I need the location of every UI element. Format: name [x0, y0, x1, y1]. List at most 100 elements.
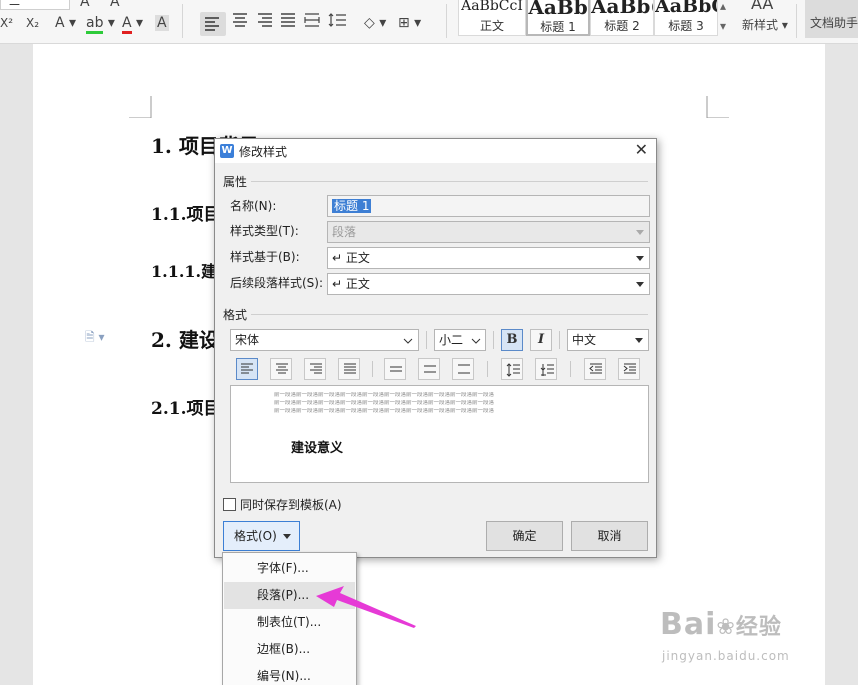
increase-spacing-before-button[interactable] — [501, 358, 523, 380]
based-on-label: 样式基于(B): — [230, 250, 300, 264]
chevron-down-icon — [636, 230, 644, 235]
section-format: 格式 — [223, 308, 248, 322]
shading-icon[interactable]: ◇ ▾ — [364, 13, 386, 33]
align-center-icon — [276, 363, 288, 374]
font-select[interactable]: 宋体 — [230, 329, 419, 351]
next-style-select[interactable]: ↵ 正文 — [327, 273, 650, 295]
single-spacing-icon — [390, 366, 402, 372]
highlight-icon[interactable]: ab ▾ — [86, 13, 115, 34]
format-menu-button[interactable]: 格式(O) — [223, 521, 300, 551]
heading-2[interactable]: 2. 建设 — [151, 324, 219, 353]
name-label: 名称(N): — [230, 199, 277, 213]
section-properties: 属性 — [223, 175, 248, 189]
clear-format-icon[interactable]: A — [110, 0, 120, 12]
justify-icon[interactable] — [280, 13, 296, 33]
align-left-button[interactable] — [236, 358, 258, 380]
line-spacing-icon[interactable] — [328, 13, 352, 33]
one-half-spacing-button[interactable] — [418, 358, 440, 380]
heading-2-1[interactable]: 2.1.项目 — [151, 394, 221, 419]
save-to-template-checkbox[interactable] — [223, 498, 236, 511]
increase-indent-button[interactable] — [618, 358, 640, 380]
paragraph-marker-icon[interactable]: 🗎 ▾ — [85, 328, 105, 349]
caret-down-icon — [283, 534, 291, 539]
style-normal[interactable]: AaBbCcI 正文 — [458, 0, 526, 36]
menu-item-borders[interactable]: 边框(B)... — [224, 636, 355, 663]
dialog-title: 修改样式 — [239, 145, 288, 159]
chevron-down-icon — [403, 338, 413, 344]
style-type-label: 样式类型(T): — [230, 224, 299, 238]
new-style-icon[interactable]: AA — [751, 0, 773, 14]
borders-icon[interactable]: ⊞ ▾ — [398, 13, 421, 33]
double-spacing-button[interactable] — [452, 358, 474, 380]
indent-icon — [623, 363, 636, 374]
paragraph-return-icon: ↵ — [332, 251, 346, 265]
justify-button[interactable] — [338, 358, 360, 380]
margin-corner-mark — [129, 96, 152, 118]
gallery-scroll-icon[interactable]: ▴ ▾ — [720, 0, 726, 36]
paragraph-return-icon: ↵ — [332, 277, 346, 291]
preview-previous-paragraph: 前一段落前一段落前一段落前一段落前一段落前一段落前一段落前一段落前一段落前一段落 — [274, 400, 495, 406]
align-center-button[interactable] — [270, 358, 292, 380]
dialog-titlebar: W 修改样式 ✕ — [215, 139, 656, 163]
style-preview: 前一段落前一段落前一段落前一段落前一段落前一段落前一段落前一段落前一段落前一段落… — [230, 385, 649, 483]
character-shading-icon[interactable]: A — [155, 13, 169, 33]
font-size-value: 二 — [9, 0, 20, 8]
chevron-down-icon — [635, 338, 643, 343]
superscript-icon[interactable]: X² — [0, 13, 13, 33]
style-heading-3[interactable]: AaBbC标题 3 — [654, 0, 718, 36]
document-assistant-button[interactable]: 文档助手 — [805, 0, 858, 38]
decrease-spacing-button[interactable] — [535, 358, 557, 380]
bold-button[interactable]: B — [501, 329, 523, 351]
new-style-button[interactable]: 新样式 ▾ — [742, 15, 788, 35]
size-select[interactable]: 小二 — [434, 329, 486, 351]
cancel-button[interactable]: 取消 — [571, 521, 648, 551]
align-right-button[interactable] — [304, 358, 326, 380]
preview-previous-paragraph: 前一段落前一段落前一段落前一段落前一段落前一段落前一段落前一段落前一段落前一段落 — [274, 392, 495, 398]
single-spacing-button[interactable] — [384, 358, 406, 380]
subscript-icon[interactable]: X₂ — [26, 13, 39, 33]
close-icon[interactable]: ✕ — [635, 140, 648, 159]
preview-previous-paragraph: 前一段落前一段落前一段落前一段落前一段落前一段落前一段落前一段落前一段落前一段落 — [274, 408, 495, 414]
wps-app-icon: W — [220, 144, 234, 158]
one-half-spacing-icon — [424, 365, 436, 373]
text-effect-icon[interactable]: A — [80, 0, 90, 12]
align-left-icon — [241, 363, 253, 374]
decrease-indent-button[interactable] — [584, 358, 606, 380]
outdent-icon — [589, 363, 602, 374]
menu-item-numbering[interactable]: 编号(N)... — [224, 663, 355, 685]
based-on-select[interactable]: ↵ 正文 — [327, 247, 650, 269]
space-before-icon — [506, 363, 520, 377]
language-select[interactable]: 中文 — [567, 329, 649, 351]
italic-button[interactable]: I — [530, 329, 552, 351]
name-input[interactable]: 标题 1 — [327, 195, 650, 217]
style-type-select: 段落 — [327, 221, 650, 243]
font-size-select[interactable]: 二 — [0, 0, 70, 10]
align-center-icon[interactable] — [232, 13, 248, 33]
ok-button[interactable]: 确定 — [486, 521, 563, 551]
chevron-down-icon — [636, 282, 644, 287]
text-outline-icon[interactable]: A ▾ — [55, 13, 76, 33]
double-spacing-icon — [458, 364, 470, 374]
style-heading-1[interactable]: AaBb 标题 1 — [526, 0, 590, 36]
chevron-down-icon — [636, 256, 644, 261]
chevron-down-icon — [471, 338, 481, 344]
heading-1-1-1[interactable]: 1.1.1.建 — [151, 258, 217, 282]
modify-style-dialog: W 修改样式 ✕ 属性 名称(N): 标题 1 样式类型(T): 段落 样式基于… — [214, 138, 657, 558]
watermark-logo: Bai❀经验 — [660, 607, 782, 642]
align-left-icon[interactable] — [200, 12, 226, 36]
menu-item-font[interactable]: 字体(F)... — [224, 555, 355, 582]
style-heading-2[interactable]: AaBb(标题 2 — [590, 0, 654, 36]
align-right-icon[interactable] — [256, 13, 272, 33]
margin-corner-mark — [706, 96, 729, 118]
save-to-template-label[interactable]: 同时保存到模板(A) — [240, 496, 342, 513]
font-color-icon[interactable]: A ▾ — [122, 13, 143, 34]
baidu-jingyan-watermark: Bai❀经验 jingyan.baidu.com — [660, 605, 850, 685]
annotation-arrow — [316, 586, 416, 628]
distribute-icon[interactable] — [304, 13, 320, 33]
paw-icon: ❀ — [716, 615, 736, 640]
heading-1-1[interactable]: 1.1.项目 — [151, 200, 221, 225]
next-style-label: 后续段落样式(S): — [230, 276, 324, 290]
ribbon-toolbar: 二 A A X² X₂ A ▾ ab ▾ A ▾ A ◇ ▾ ⊞ ▾ AaBbC… — [0, 0, 858, 44]
watermark-url: jingyan.baidu.com — [662, 649, 790, 663]
space-after-icon — [540, 364, 554, 376]
